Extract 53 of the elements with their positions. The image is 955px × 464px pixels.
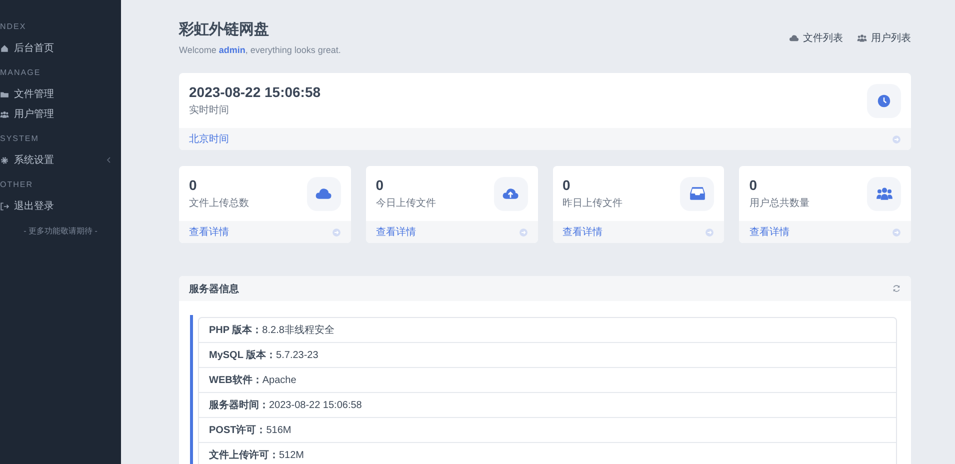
refresh-icon [892, 284, 901, 293]
nav-link[interactable]: 文件列表 [789, 31, 843, 45]
stat-label: 用户总共数量 [749, 196, 810, 210]
info-row: MySQL 版本：5.7.23-23 [199, 342, 896, 367]
chevron-icon [105, 156, 113, 164]
folder-icon [0, 90, 9, 98]
gear-icon [0, 156, 9, 164]
stat-value: 0 [562, 177, 572, 193]
clock-label: 实时时间 [189, 104, 230, 117]
details-link[interactable]: 查看详情 [376, 225, 416, 239]
sidebar-item[interactable]: 用户管理 [0, 104, 121, 124]
arrow-circle-icon [705, 228, 714, 236]
info-row: WEB软件：Apache [199, 367, 896, 392]
stat-value: 0 [189, 177, 198, 193]
nav-link[interactable]: 用户列表 [857, 31, 911, 45]
info-row-text: PHP 版本：8.2.8非线程安全 [208, 324, 336, 338]
card-title: 服务器信息 [189, 282, 239, 296]
details-link[interactable]: 查看详情 [749, 225, 790, 239]
page-title: 彩虹外链网盘 [179, 20, 270, 39]
users-icon [0, 110, 9, 118]
users-icon [857, 33, 867, 43]
home-icon [0, 44, 9, 52]
welcome-text: Welcome admin, everything looks great. [179, 45, 341, 55]
card-footer-link[interactable]: 北京时间 [189, 132, 229, 146]
stat-value: 0 [749, 177, 758, 193]
section-heading: SYSTEM [0, 133, 40, 145]
cloud-icon [789, 33, 799, 43]
sidebar-item[interactable]: 后台首页 [0, 38, 121, 58]
clock-icon [877, 94, 891, 108]
stat-label: 文件上传总数 [189, 196, 249, 210]
details-link[interactable]: 查看详情 [189, 225, 229, 239]
sidebar-item[interactable]: 文件管理 [0, 84, 121, 104]
arrow-circle-icon [332, 228, 341, 236]
info-row: POST许可：516M [199, 417, 896, 442]
details-link[interactable]: 查看详情 [562, 225, 602, 239]
stat-label: 今日上传文件 [376, 196, 436, 210]
arrow-circle-icon [518, 228, 528, 236]
sidebar-item[interactable]: 系统设置 [0, 150, 121, 170]
inbox-icon [688, 185, 706, 202]
section-heading: OTHER [0, 179, 34, 191]
sidebar-item[interactable]: 退出登录 [0, 196, 121, 216]
section-heading: MANAGE [0, 67, 42, 79]
sidebar-note: - 更多功能敬请期待 - [22, 226, 98, 237]
arrow-circle-icon [892, 228, 901, 236]
section-heading: NDEX [0, 21, 28, 33]
stat-label: 昨日上传文件 [562, 196, 622, 210]
info-row: 文件上传许可：512M [199, 442, 896, 464]
users-icon [876, 185, 892, 202]
clock-value: 2023-08-22 15:06:58 [189, 84, 321, 100]
logout-icon [0, 202, 9, 210]
arrow-circle-icon [892, 134, 901, 144]
info-row: 服务器时间：2023-08-22 15:06:58 [199, 392, 896, 417]
stat-value: 0 [376, 177, 385, 193]
